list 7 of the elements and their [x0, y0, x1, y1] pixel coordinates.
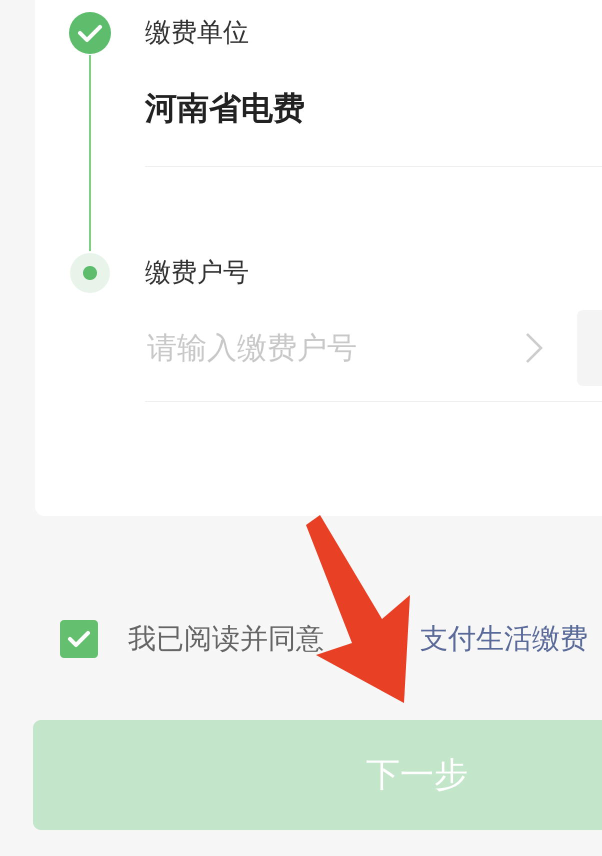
checkbox[interactable]: [60, 620, 98, 658]
agreement-link[interactable]: 支付生活缴费: [420, 620, 588, 658]
field-value: 河南省电费: [145, 88, 305, 129]
step-label: 缴费单位: [145, 17, 250, 50]
step-label: 缴费户号: [145, 257, 250, 290]
chevron-right-icon: [523, 331, 545, 365]
agreement-text: 我已阅读并同意: [128, 621, 324, 657]
